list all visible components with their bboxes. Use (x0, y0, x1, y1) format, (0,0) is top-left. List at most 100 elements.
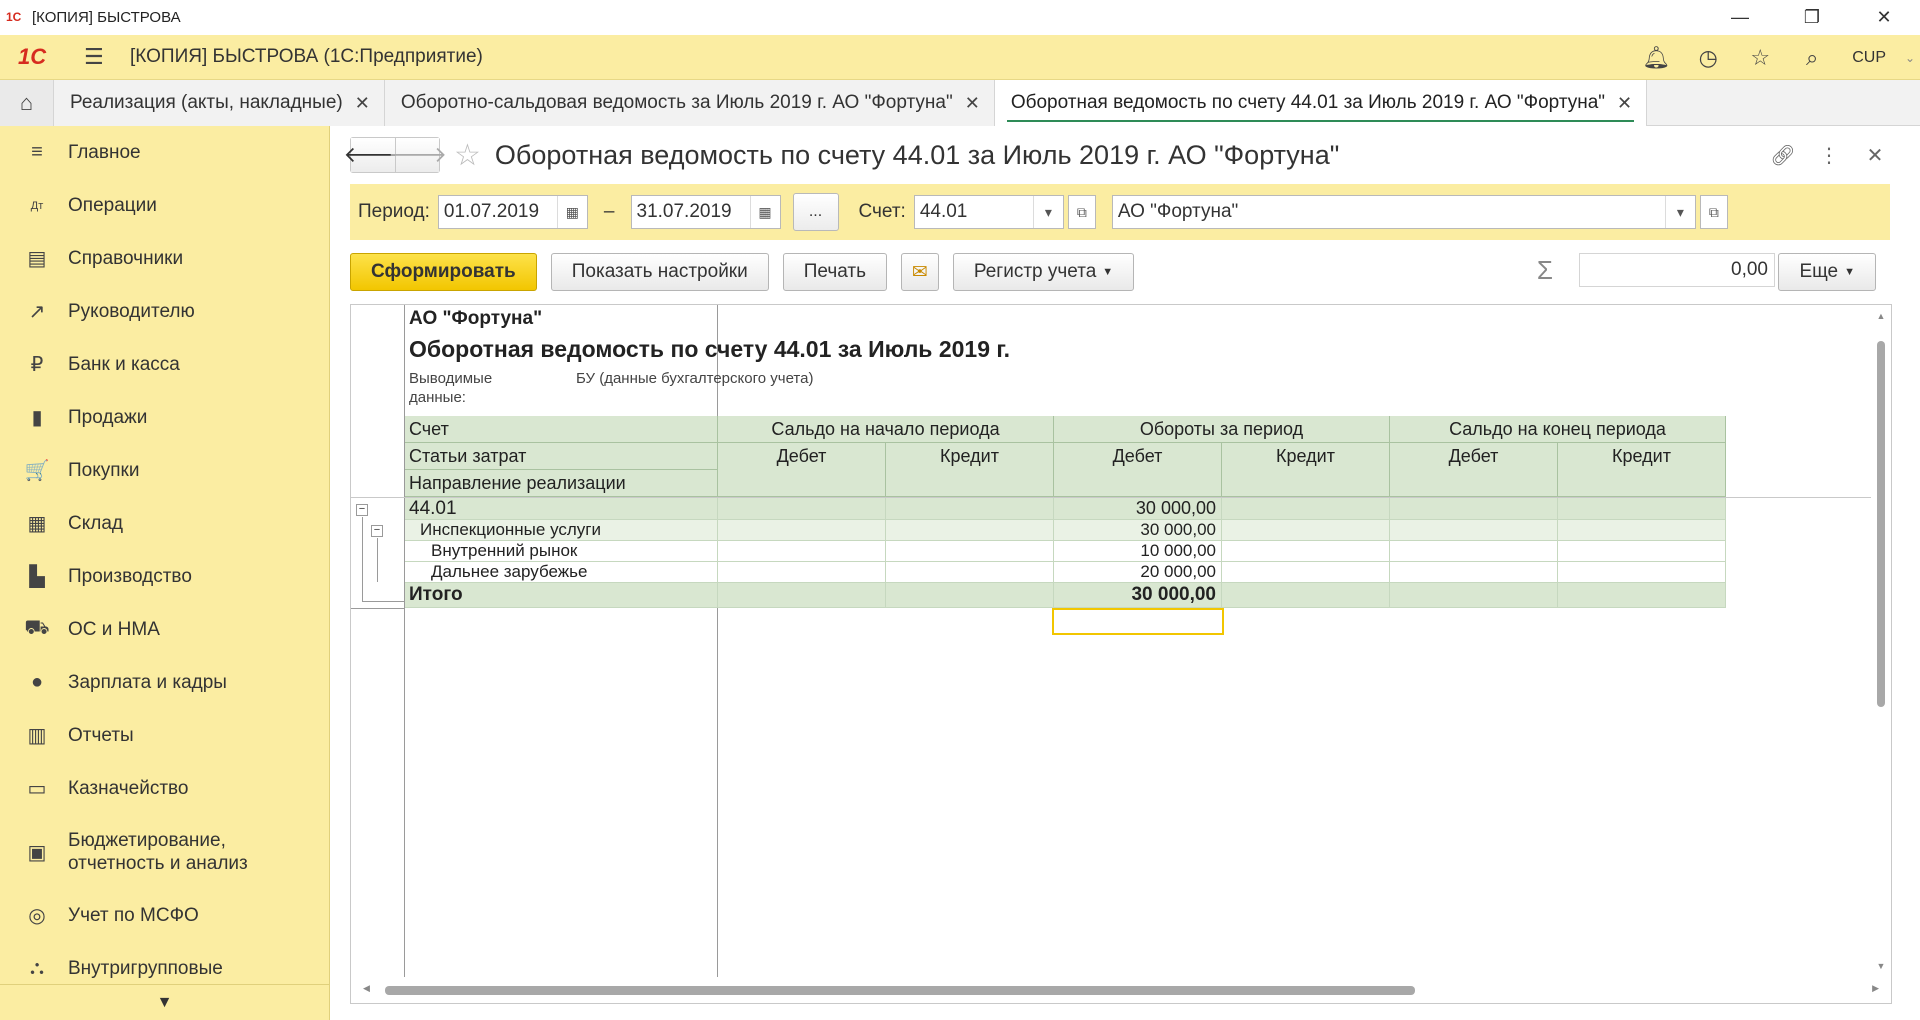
turnover-debit: 30 000,00 (1054, 520, 1222, 541)
forward-button[interactable]: 🡒 (388, 138, 447, 172)
app-header: 1С ☰ [КОПИЯ] БЫСТРОВА (1С:Предприятие) 🔔… (0, 35, 1920, 80)
sidebar-item-manager[interactable]: ↗ Руководителю (0, 285, 329, 338)
scroll-up-icon[interactable]: ▲ (1871, 311, 1891, 321)
sidebar-item-reports[interactable]: ▥ Отчеты (0, 709, 329, 762)
home-icon[interactable]: ⌂ (0, 80, 54, 126)
more-button[interactable]: Еще ▼ (1778, 253, 1876, 291)
tab-account-turnover[interactable]: Оборотная ведомость по счету 44.01 за Ию… (994, 80, 1648, 126)
globe-icon: ◎ (28, 905, 46, 927)
generate-button[interactable]: Сформировать (350, 253, 537, 291)
email-icon[interactable]: ✉ (900, 253, 939, 291)
report-spreadsheet[interactable]: АО "Фортуна" Оборотная ведомость по счет… (350, 304, 1892, 1004)
header-account: Счет (405, 416, 718, 443)
horizontal-scroll-thumb[interactable] (385, 986, 1415, 995)
selected-cell[interactable] (1052, 608, 1224, 635)
sidebar-item-label: Склад (68, 512, 123, 534)
sidebar-item-main[interactable]: ≡ Главное (0, 126, 329, 179)
warehouse-icon: ▦ (27, 513, 47, 535)
register-button[interactable]: Регистр учета ▼ (952, 253, 1135, 291)
account-field[interactable]: 44.01 ▾ (913, 195, 1064, 229)
main-menu-icon[interactable]: ☰ (84, 44, 114, 70)
vertical-scroll-thumb[interactable] (1877, 341, 1885, 707)
sigma-icon: Σ (1536, 254, 1553, 285)
close-tab-icon[interactable]: ✕ (965, 93, 980, 114)
output-label-2: данные: (409, 389, 466, 406)
horizontal-scrollbar[interactable]: ◀ ▶ (351, 977, 1879, 1003)
vertical-scrollbar[interactable]: ▲ ▼ (1871, 305, 1891, 977)
sidebar-item-label: Справочники (68, 247, 184, 269)
report-org: АО "Фортуна" (409, 308, 543, 329)
link-icon[interactable]: 🔗︎ (1760, 143, 1806, 168)
more-vertical-icon[interactable]: ⋮ (1806, 143, 1852, 168)
sidebar-item-purchases[interactable]: 🛒 Покупки (0, 444, 329, 497)
collapse-group-icon[interactable]: − (356, 504, 368, 516)
sidebar-item-references[interactable]: ▤ Справочники (0, 232, 329, 285)
tab-sales[interactable]: Реализация (акты, накладные) ✕ (54, 80, 385, 126)
open-organization-icon[interactable]: ⧉ (1699, 195, 1728, 229)
sidebar-item-sales[interactable]: ▮ Продажи (0, 391, 329, 444)
favorite-star-icon[interactable]: ☆ (454, 138, 481, 173)
sidebar-more-icon[interactable]: ▼ (0, 984, 329, 1020)
collapse-group-icon[interactable]: − (371, 525, 383, 537)
person-icon: ● (30, 671, 44, 693)
output-label: Выводимые (409, 370, 493, 387)
sidebar-item-label: Главное (68, 141, 141, 163)
close-window-button[interactable]: ✕ (1848, 0, 1920, 35)
dropdown-arrow-icon[interactable]: ▾ (1032, 196, 1063, 228)
dropdown-arrow-icon: ▼ (1102, 266, 1114, 278)
sidebar-item-salary[interactable]: ● Зарплата и кадры (0, 656, 329, 709)
sidebar-item-warehouse[interactable]: ▦ Склад (0, 497, 329, 550)
report-toolbar: Сформировать Показать настройки Печать ✉… (330, 240, 1920, 304)
date-from-field[interactable]: 01.07.2019 ▦ (437, 195, 588, 229)
scroll-down-icon[interactable]: ▼ (1871, 961, 1891, 971)
print-button[interactable]: Печать (782, 253, 887, 291)
sidebar-item-budgeting[interactable]: ▣ Бюджетирование, отчетность и анализ (0, 815, 329, 889)
sidebar-item-ifrs[interactable]: ◎ Учет по МСФО (0, 889, 329, 942)
close-tab-icon[interactable]: ✕ (355, 93, 370, 114)
header-debit: Дебет (718, 443, 886, 497)
period-select-button[interactable]: ... (792, 193, 839, 231)
close-tab-icon[interactable]: ✕ (1617, 93, 1632, 114)
show-settings-button[interactable]: Показать настройки (550, 253, 769, 291)
group-icon: ⛬ (30, 957, 44, 979)
favorites-star-icon[interactable]: ☆ (1734, 35, 1786, 80)
bag-icon: ▮ (31, 407, 43, 429)
search-icon[interactable]: ⌕ (1786, 35, 1838, 80)
scroll-right-icon[interactable]: ▶ (1872, 983, 1879, 994)
calendar-icon[interactable]: ▦ (749, 196, 780, 228)
factory-icon: ▙ (29, 566, 45, 588)
output-value: БУ (данные бухгалтерского учета) (576, 370, 814, 387)
row-name: Инспекционные услуги (405, 520, 718, 541)
bar-chart-icon: ▥ (27, 725, 47, 747)
close-icon[interactable]: ✕ (1852, 143, 1898, 168)
user-name[interactable]: CUP (1838, 49, 1900, 67)
notifications-bell-icon[interactable]: 🔔︎ (1630, 35, 1682, 80)
sidebar-item-label: Покупки (68, 459, 140, 481)
organization-field[interactable]: АО "Фортуна" ▾ (1111, 195, 1696, 229)
sidebar-item-label: Казначейство (68, 777, 189, 799)
restore-button[interactable]: ❐ (1776, 0, 1848, 35)
header-cost-items: Статьи затрат (405, 443, 718, 470)
cart-icon: 🛒 (24, 460, 50, 482)
header-turnover: Обороты за период (1054, 416, 1390, 443)
sidebar-item-operations[interactable]: Дт Операции (0, 179, 329, 232)
date-to-field[interactable]: 31.07.2019 ▦ (630, 195, 781, 229)
open-account-icon[interactable]: ⧉ (1067, 195, 1096, 229)
header-debit: Дебет (1390, 443, 1558, 497)
calendar-icon[interactable]: ▦ (556, 196, 587, 228)
dropdown-arrow-icon[interactable]: ▾ (1664, 196, 1695, 228)
open-tabs-bar: ⌂ Реализация (акты, накладные) ✕ Оборотн… (0, 80, 1920, 126)
history-icon[interactable]: ◷ (1682, 35, 1734, 80)
sidebar-item-production[interactable]: ▙ Производство (0, 550, 329, 603)
sidebar-item-label: Зарплата и кадры (68, 671, 227, 693)
sidebar-item-fixed-assets[interactable]: ⛟ ОС и НМА (0, 603, 329, 656)
minimize-button[interactable]: — (1704, 0, 1776, 35)
sidebar-item-treasury[interactable]: ▭ Казначейство (0, 762, 329, 815)
window-titlebar: 1С [КОПИЯ] БЫСТРОВА — ❐ ✕ (0, 0, 1920, 35)
period-label: Период: (358, 201, 430, 222)
tab-trial-balance[interactable]: Оборотно-сальдовая ведомость за Июль 201… (384, 80, 995, 126)
sidebar-item-bank[interactable]: ₽ Банк и касса (0, 338, 329, 391)
scroll-left-icon[interactable]: ◀ (363, 983, 370, 994)
settings-chevron-icon[interactable]: ⌄ (1900, 35, 1920, 80)
app-title: [КОПИЯ] БЫСТРОВА (1С:Предприятие) (130, 46, 483, 67)
